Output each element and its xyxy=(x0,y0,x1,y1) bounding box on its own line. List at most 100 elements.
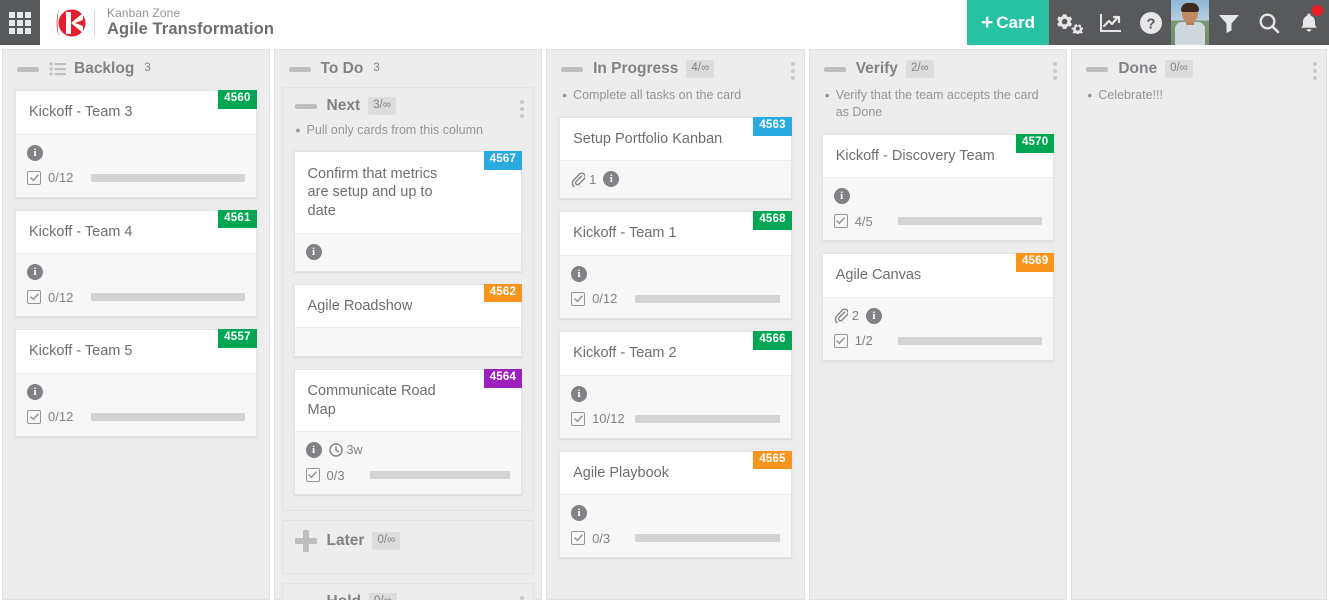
card[interactable]: 4560 Kickoff - Team 3 i 0/12 xyxy=(15,90,257,198)
task-count: 0/3 xyxy=(326,467,345,483)
progress-bar xyxy=(91,412,245,421)
column-menu-button[interactable] xyxy=(1053,62,1058,83)
collapse-dash-icon[interactable] xyxy=(561,66,584,72)
collapse-dash-icon[interactable] xyxy=(294,103,317,109)
card-wrap: 4561 Kickoff - Team 4 i 0/12 xyxy=(12,206,260,321)
column-header-todo: To Do 3 xyxy=(275,50,542,87)
card[interactable]: 4566 Kickoff - Team 2 i 10/12 xyxy=(559,330,792,439)
info-icon[interactable]: i xyxy=(305,243,322,260)
collapse-dash-icon[interactable] xyxy=(288,66,311,72)
card-ticket-badge: 4560 xyxy=(218,90,257,109)
info-icon[interactable]: i xyxy=(603,171,620,188)
card-wrap: 4564 Communicate Road Map i 3w 0/3 xyxy=(290,366,526,499)
filter-funnel-icon xyxy=(1218,13,1240,33)
brand-area[interactable]: Kanban Zone Agile Transformation xyxy=(40,0,274,45)
info-icon[interactable]: i xyxy=(571,385,588,402)
lane-header-next: Next 3/∞ xyxy=(283,88,534,122)
column-menu-button[interactable] xyxy=(790,62,795,83)
column-title: Done xyxy=(1118,60,1158,77)
card[interactable]: 4569 Agile Canvas 2 i 1/2 xyxy=(821,253,1055,361)
column-note: Verify that the team accepts the card as… xyxy=(810,86,1067,131)
column-note: Celebrate!!! xyxy=(1072,86,1326,114)
lane-menu-button[interactable] xyxy=(520,596,525,600)
list-icon xyxy=(49,62,66,76)
card-wrap: 4566 Kickoff - Team 2 i 10/12 xyxy=(556,327,795,442)
card[interactable]: 4565 Agile Playbook i 0/3 xyxy=(559,450,792,559)
help-button[interactable]: ? xyxy=(1131,0,1171,45)
settings-gear-button[interactable] xyxy=(1049,0,1091,45)
kanban-board: Backlog 3 4560 Kickoff - Team 3 i 0/12 4… xyxy=(0,45,1329,600)
card-ticket-badge: 4565 xyxy=(753,450,792,470)
settings-gear-icon xyxy=(1057,12,1083,34)
card-ticket-badge: 4568 xyxy=(753,211,792,231)
card-ticket-badge: 4564 xyxy=(483,369,523,388)
column-menu-button[interactable] xyxy=(1312,62,1317,83)
analytics-button[interactable] xyxy=(1091,0,1131,45)
progress-bar xyxy=(635,534,780,543)
info-icon[interactable]: i xyxy=(865,307,882,324)
analytics-chart-icon xyxy=(1099,13,1123,33)
info-icon[interactable]: i xyxy=(27,383,43,400)
lane-header-hold: Hold 0/∞ xyxy=(283,584,534,600)
task-count: 0/3 xyxy=(592,530,611,546)
card[interactable]: 4562 Agile Roadshow xyxy=(293,283,523,358)
lane-menu-button[interactable] xyxy=(520,100,525,121)
filter-button[interactable] xyxy=(1209,0,1249,45)
progress-bar xyxy=(897,217,1043,226)
column-inprogress: In Progress 4/∞ Complete all tasks on th… xyxy=(546,49,805,600)
workspace-name: Kanban Zone xyxy=(107,6,181,21)
card[interactable]: 4563 Setup Portfolio Kanban 1 i xyxy=(559,116,792,200)
topbar-actions: + Card ? xyxy=(967,0,1329,45)
collapse-dash-icon[interactable] xyxy=(1086,66,1109,72)
column-title: Backlog xyxy=(74,60,135,77)
notifications-button[interactable] xyxy=(1289,0,1329,45)
card[interactable]: 4567 Confirm that metrics are setup and … xyxy=(293,150,523,272)
column-count: 3 xyxy=(144,62,151,75)
info-icon[interactable]: i xyxy=(27,264,43,281)
task-count: 0/12 xyxy=(48,409,74,425)
card-footer: i 0/12 xyxy=(16,133,256,197)
lane-title: Later xyxy=(326,532,365,550)
card[interactable]: 4557 Kickoff - Team 5 i 0/12 xyxy=(15,329,257,437)
card[interactable]: 4568 Kickoff - Team 1 i 0/12 xyxy=(559,211,792,319)
notification-badge-dot xyxy=(1312,5,1323,16)
add-card-button[interactable]: + Card xyxy=(967,0,1049,45)
progress-bar xyxy=(635,414,780,423)
progress-bar xyxy=(635,294,780,303)
column-count: 2/∞ xyxy=(905,60,934,78)
top-bar: Kanban Zone Agile Transformation + Card xyxy=(0,0,1329,45)
card-ticket-badge: 4563 xyxy=(753,116,792,136)
column-done: Done 0/∞ Celebrate!!! xyxy=(1071,49,1327,600)
clock-icon xyxy=(328,443,343,457)
kanban-zone-logo-icon xyxy=(52,6,86,40)
column-title: Verify xyxy=(855,60,898,77)
lane-note: Pull only cards from this column xyxy=(283,121,534,148)
info-icon[interactable]: i xyxy=(571,265,588,282)
card[interactable]: 4570 Kickoff - Discovery Team i 4/5 xyxy=(821,133,1055,242)
card[interactable]: 4561 Kickoff - Team 4 i 0/12 xyxy=(15,209,257,318)
info-icon[interactable]: i xyxy=(571,505,588,522)
column-verify: Verify 2/∞ Verify that the team accepts … xyxy=(808,49,1068,600)
card-wrap: 4563 Setup Portfolio Kanban 1 i xyxy=(556,113,795,203)
apps-grid-button[interactable] xyxy=(0,0,40,45)
info-icon[interactable]: i xyxy=(27,144,43,161)
collapse-dash-icon[interactable] xyxy=(823,66,846,72)
card-footer: i 4/5 xyxy=(822,177,1054,241)
info-icon[interactable]: i xyxy=(833,188,850,205)
lane-count: 0/∞ xyxy=(368,593,397,600)
plus-icon[interactable] xyxy=(294,530,317,553)
lane-title: Next xyxy=(326,97,361,114)
task-count: 0/12 xyxy=(48,170,74,186)
card[interactable]: 4564 Communicate Road Map i 3w 0/3 xyxy=(293,369,523,496)
search-button[interactable] xyxy=(1249,0,1289,45)
card-wrap: 4569 Agile Canvas 2 i 1/2 xyxy=(818,250,1058,364)
user-avatar[interactable] xyxy=(1171,0,1209,45)
grid-apps-icon xyxy=(9,11,31,34)
checklist-icon xyxy=(305,468,320,483)
info-icon[interactable]: i xyxy=(305,442,322,459)
column-todo: To Do 3 Next 3/∞ Pull only cards from th… xyxy=(273,49,543,600)
collapse-dash-icon[interactable] xyxy=(17,66,39,72)
card-wrap: 4565 Agile Playbook i 0/3 xyxy=(556,447,795,562)
column-body-done xyxy=(1072,114,1326,599)
